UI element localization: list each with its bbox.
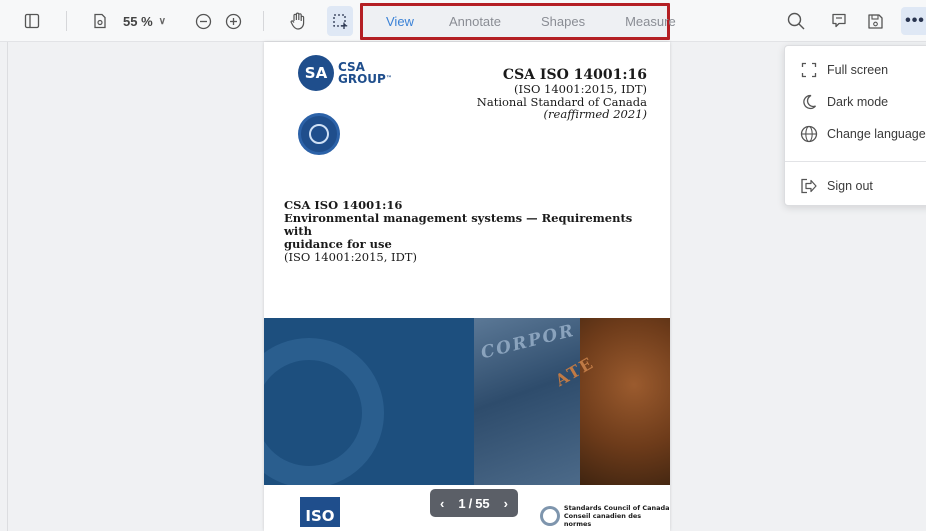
toolbar-divider	[66, 11, 67, 31]
iso-logo: ISO	[300, 497, 340, 527]
total-pages: 55	[475, 495, 490, 511]
banner-blue-panel	[264, 318, 474, 485]
document-title: CSA ISO 14001:16 Environmental managemen…	[284, 198, 633, 264]
standard-equivalence: (ISO 14001:2015, IDT)	[514, 82, 647, 96]
zoom-select[interactable]: 55 % ∨	[123, 6, 166, 36]
pdf-page: SA CSA GROUP™ CSA ISO 14001:16 (ISO 1400…	[264, 42, 670, 531]
csa-logo-mark: SA	[298, 55, 334, 91]
pan-hand-icon[interactable]	[286, 6, 308, 36]
banner-embossed-panel: CORPOR	[474, 318, 580, 485]
csa-group-logo: SA CSA GROUP™	[298, 55, 392, 91]
menu-item-change-language[interactable]: Change language	[785, 119, 926, 149]
seal-emblem	[309, 124, 329, 144]
globe-icon	[799, 124, 819, 144]
standard-header: CSA ISO 14001:16 (ISO 14001:2015, IDT) N…	[477, 68, 647, 121]
zoom-in-icon[interactable]	[222, 6, 244, 36]
national-standard-seal	[298, 113, 340, 155]
banner-copper-panel: ATE	[552, 318, 670, 485]
zoom-value: 55 %	[123, 13, 153, 29]
toolbar-divider	[263, 11, 264, 31]
menu-item-full-screen[interactable]: Full screen	[785, 55, 926, 85]
fullscreen-icon	[799, 60, 819, 80]
tab-shapes[interactable]: Shapes	[541, 14, 585, 29]
moon-icon	[799, 92, 819, 112]
next-page-button[interactable]: ›	[504, 496, 508, 511]
menu-item-dark-mode[interactable]: Dark mode	[785, 87, 926, 117]
toolbar: 55 % ∨ View Annotate Shapes Measure •••	[0, 0, 926, 42]
prev-page-button[interactable]: ‹	[440, 496, 444, 511]
more-icon[interactable]: •••	[901, 7, 926, 35]
comment-icon[interactable]	[828, 6, 850, 36]
save-icon[interactable]	[864, 6, 886, 36]
tab-view[interactable]: View	[386, 14, 414, 29]
zoom-out-icon[interactable]	[192, 6, 214, 36]
menu-divider	[785, 161, 926, 162]
page-navigator: ‹ 1 / 55 ›	[430, 489, 518, 517]
chevron-down-icon: ∨	[158, 15, 166, 27]
menu-item-sign-out[interactable]: Sign out	[785, 171, 926, 201]
page-settings-icon[interactable]	[89, 6, 111, 36]
standard-status: (reaffirmed 2021)	[543, 107, 647, 121]
scc-logo-mark	[540, 506, 560, 526]
scc-logo: Standards Council of Canada Conseil cana…	[540, 504, 670, 528]
tab-measure[interactable]: Measure	[625, 14, 676, 29]
marquee-select-icon[interactable]	[327, 6, 353, 36]
sign-out-icon	[799, 176, 819, 196]
cover-banner-image: CORPOR ATE	[264, 318, 670, 485]
current-page: 1	[458, 495, 466, 511]
csa-logo-wordmark: CSA GROUP™	[338, 60, 392, 86]
mode-tabs: View Annotate Shapes Measure	[360, 3, 676, 40]
more-options-menu: Full screen Dark mode Change language Si…	[784, 45, 926, 206]
standard-number: CSA ISO 14001:16	[502, 67, 647, 83]
pdf-viewer-app: 55 % ∨ View Annotate Shapes Measure ••• …	[0, 0, 926, 531]
sidebar-toggle-icon[interactable]	[21, 6, 43, 36]
search-icon[interactable]	[785, 6, 807, 36]
page-indicator: 1 / 55	[458, 495, 490, 511]
tab-annotate[interactable]: Annotate	[449, 14, 501, 29]
